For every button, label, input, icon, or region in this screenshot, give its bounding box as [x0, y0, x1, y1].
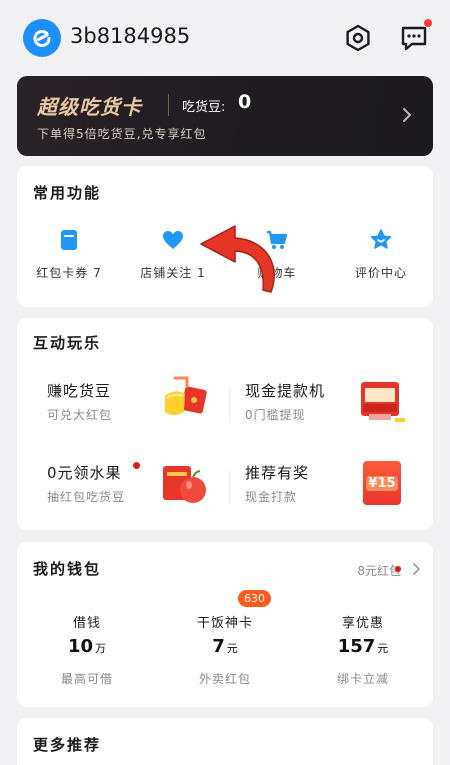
referral-redpacket-icon: ¥15 [355, 456, 409, 510]
username[interactable]: 3b8184985 [70, 24, 190, 48]
settings-icon [346, 24, 370, 52]
interactive-card: 互动玩乐 赚吃货豆 可兑大红包 现金提款机 0门槛提现 0元领水果 抽红包吃货豆 [17, 318, 433, 530]
vip-beans-label: 吃货豆: [182, 100, 226, 115]
func-reviews[interactable]: 评价中心 [329, 228, 433, 288]
game-cash-machine-subtitle: 0门槛提现 [245, 408, 306, 422]
star-smile-icon [370, 229, 392, 249]
avatar[interactable] [23, 19, 61, 57]
wallet-meal-card[interactable]: 干饭神卡 630 7元 外卖红包 [155, 590, 295, 712]
vip-card[interactable]: 超级吃货卡 吃货豆: 0 下单得5倍吃货豆,兑专享红包 [17, 76, 433, 156]
atm-icon [361, 382, 405, 422]
referral-amount: ¥15 [366, 475, 398, 491]
wallet-meal-card-label: 干饭神卡 [196, 616, 253, 631]
wallet-loan-label: 借钱 [72, 616, 101, 631]
header: 3b8184985 [0, 0, 450, 76]
notification-dot [395, 566, 401, 572]
game-referral-subtitle: 现金打款 [245, 490, 298, 504]
more-card: 更多推荐 [17, 718, 433, 765]
annotation-arrow-icon [200, 225, 275, 293]
vip-subtitle: 下单得5倍吃货豆,兑专享红包 [37, 127, 207, 141]
game-free-fruit-subtitle: 抽红包吃货豆 [47, 490, 126, 504]
game-cash-machine-title: 现金提款机 [245, 382, 326, 400]
wallet-discount[interactable]: 享优惠 157 元 绑卡立减 [293, 612, 433, 712]
game-free-fruit-title: 0元领水果 [47, 464, 122, 482]
wallet-discount-label: 享优惠 [341, 616, 384, 631]
chevron-right-icon [403, 108, 412, 122]
redpacket-apple-icon [163, 466, 206, 503]
game-referral[interactable]: 推荐有奖 现金打款 ¥15 [229, 461, 419, 532]
func-coupons-label: 红包卡券 7 [36, 266, 102, 280]
wallet-meal-card-sub: 外卖红包 [198, 672, 251, 686]
func-reviews-label: 评价中心 [354, 266, 407, 280]
game-free-fruit[interactable]: 0元领水果 抽红包吃货豆 [31, 462, 221, 532]
message-button[interactable] [398, 22, 430, 54]
beans-redpacket-icon [165, 376, 207, 415]
game-referral-title: 推荐有奖 [245, 464, 310, 482]
game-cash-machine[interactable]: 现金提款机 0门槛提现 [229, 380, 419, 450]
eleme-logo-icon [33, 30, 51, 47]
settings-button[interactable] [342, 22, 374, 54]
game-earn-beans-subtitle: 可兑大红包 [47, 408, 113, 422]
chevron-right-icon[interactable] [411, 562, 421, 576]
wallet-card: 我的钱包 8元红包 借钱 10 万 最高可借 干饭神卡 630 7元 外卖红包 享… [17, 542, 433, 707]
coupon-icon [61, 230, 77, 250]
wallet-loan-sub: 最高可借 [60, 672, 113, 686]
heart-icon [163, 231, 183, 249]
wallet-title: 我的钱包 [33, 560, 102, 578]
interactive-title: 互动玩乐 [33, 334, 102, 352]
func-coupons[interactable]: 红包卡券 7 [17, 228, 121, 288]
vip-beans-value: 0 [238, 91, 252, 113]
common-functions-title: 常用功能 [33, 184, 102, 202]
wallet-loan-value: 10 万 [67, 636, 107, 657]
notification-dot [133, 462, 140, 469]
wallet-loan[interactable]: 借钱 10 万 最高可借 [17, 612, 157, 712]
message-icon [401, 26, 427, 51]
wallet-meal-card-value: 7元 [212, 636, 238, 657]
wallet-discount-value: 157 元 [337, 636, 389, 657]
vip-title: 超级吃货卡 [37, 95, 142, 119]
more-title: 更多推荐 [33, 736, 102, 754]
wallet-discount-sub: 绑卡立减 [336, 672, 389, 686]
game-earn-beans-title: 赚吃货豆 [47, 382, 112, 400]
meal-card-badge: 630 [238, 590, 271, 607]
message-notification-dot [424, 19, 432, 27]
game-earn-beans[interactable]: 赚吃货豆 可兑大红包 [31, 376, 221, 450]
vip-divider [168, 94, 169, 116]
